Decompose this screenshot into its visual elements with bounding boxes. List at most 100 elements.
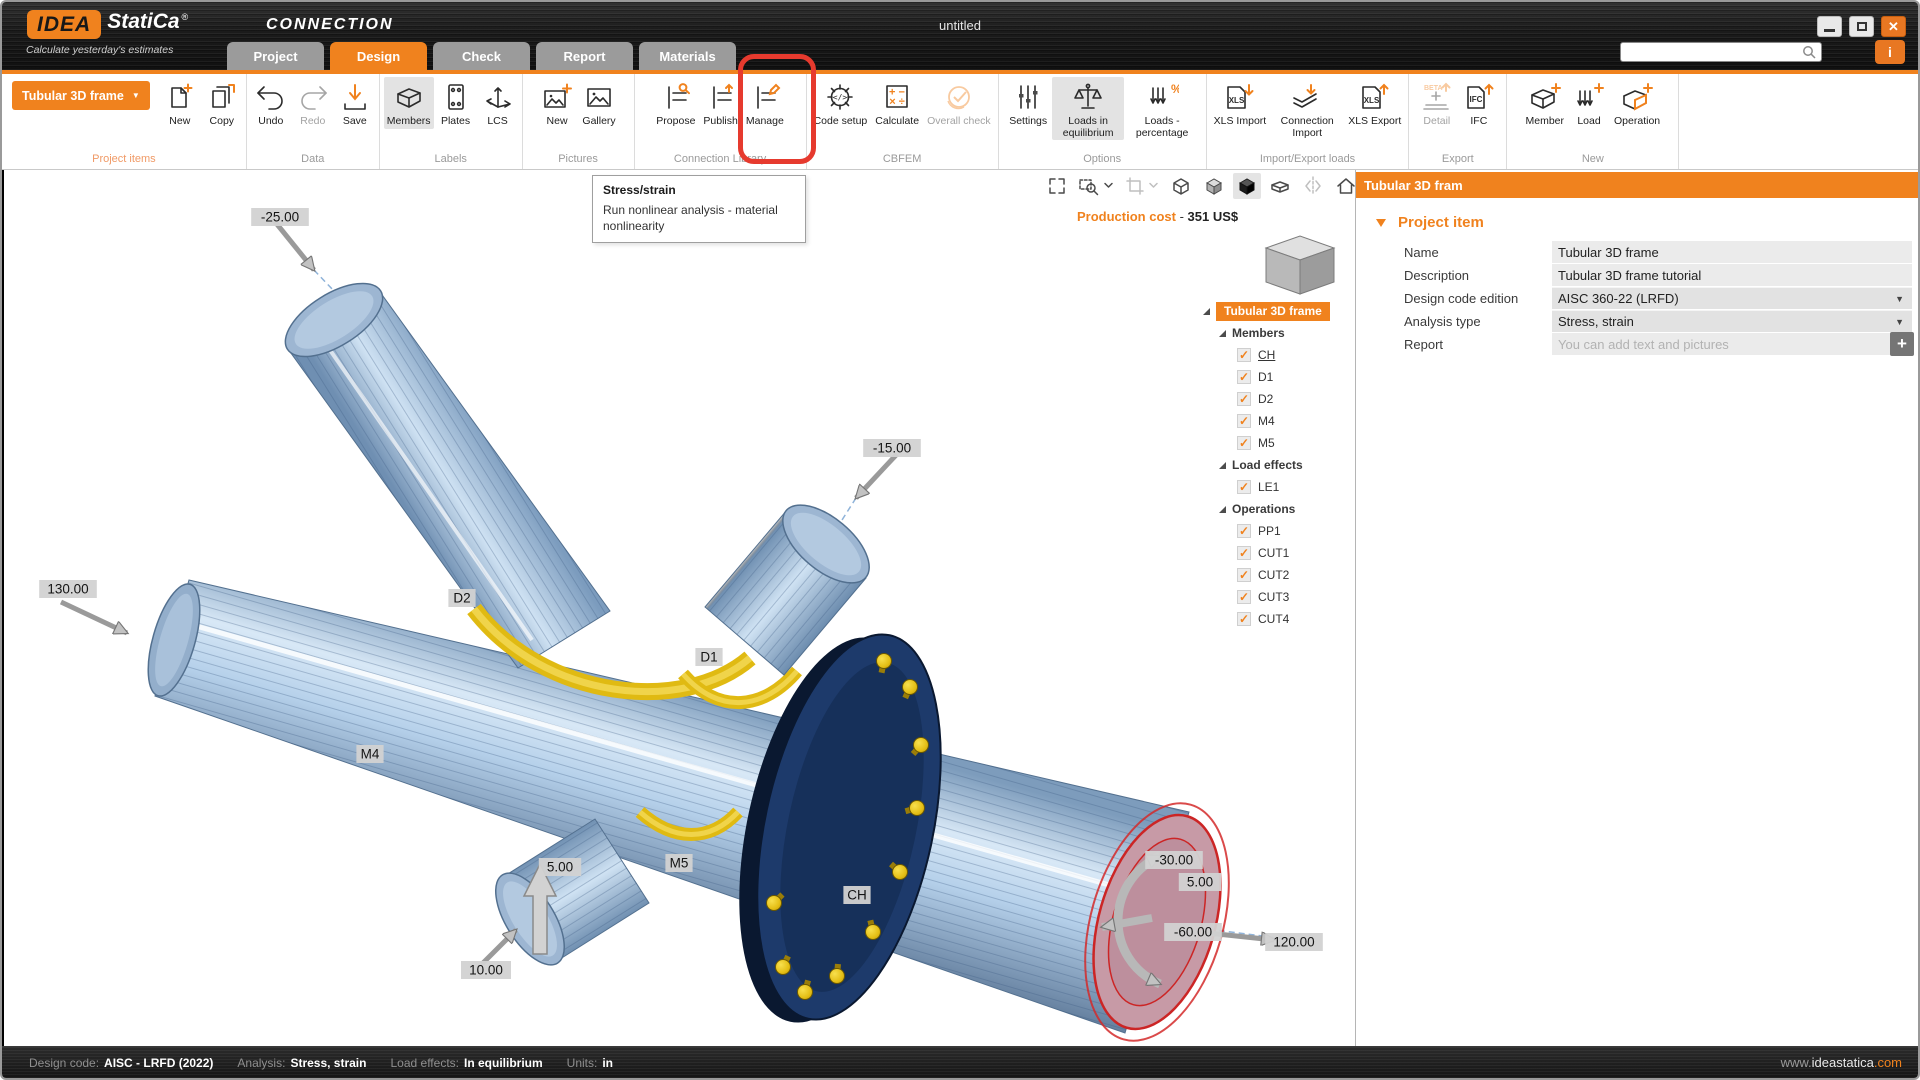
tree-item-label[interactable]: CH [1258,348,1275,362]
tree-item-d2[interactable]: ✓ D2 [1203,388,1353,410]
tree-root-label[interactable]: Tubular 3D frame [1216,301,1330,321]
tree-item-label[interactable]: PP1 [1258,524,1281,538]
tree-item-le1[interactable]: ✓ LE1 [1203,476,1353,498]
ribbon-button-publish[interactable]: Publish [700,77,740,129]
chevron-down-icon[interactable]: ▼ [1895,317,1904,327]
tree-item-cut4[interactable]: ✓ CUT4 [1203,608,1353,630]
section-project-item[interactable]: Project item [1376,214,1918,231]
cube-open-icon[interactable] [1266,173,1294,199]
chevron-down-icon[interactable] [1148,177,1159,195]
flange-plate[interactable] [708,618,972,1039]
ribbon-button-connection-import[interactable]: Connection Import [1271,77,1343,140]
tree-section-members[interactable]: Members [1203,322,1353,344]
checkbox[interactable]: ✓ [1237,370,1251,384]
ribbon-button-gallery[interactable]: Gallery [579,77,619,129]
ribbon-button-loads-in-equilibrium[interactable]: Loads in equilibrium [1052,77,1125,140]
collapse-triangle-icon[interactable] [1376,218,1386,227]
ribbon-button-xls-import[interactable]: XLS XLS Import [1211,77,1270,129]
tree-item-label[interactable]: D2 [1258,392,1273,406]
close-button[interactable]: ✕ [1881,16,1906,37]
ribbon-button-member[interactable]: Member [1523,77,1568,129]
ribbon-button-propose[interactable]: Propose [653,77,698,129]
ribbon-button-load[interactable]: Load [1569,77,1609,129]
analysis-type-dropdown[interactable]: Stress, strain ▼ [1552,310,1912,332]
home-icon[interactable] [1332,173,1360,199]
checkbox[interactable]: ✓ [1237,590,1251,604]
ribbon-button-save[interactable]: Save [335,77,375,129]
ribbon-button-xls-export[interactable]: XLS XLS Export [1345,77,1404,129]
checkbox[interactable]: ✓ [1237,568,1251,582]
ribbon-button-code-setup[interactable]: </> Code setup [811,77,871,129]
ribbon-button-copy[interactable]: Copy [202,77,242,129]
maximize-button[interactable] [1849,16,1874,37]
add-report-content-button[interactable]: + [1890,332,1914,356]
ribbon-button-label: Save [342,115,367,127]
ribbon-button-new[interactable]: New [160,77,200,129]
name-field[interactable]: Tubular 3D frame [1552,241,1912,263]
ribbon-button-settings[interactable]: Settings [1006,77,1050,129]
view-orientation-cube[interactable] [1264,235,1336,295]
tree-item-label[interactable]: CUT4 [1258,612,1289,626]
checkbox[interactable]: ✓ [1237,612,1251,626]
3d-viewport[interactable]: -25.00 -15.00 130.00 5.00 10.00 -30.00 5.00 -60… [4,170,1355,1046]
ribbon-button-members[interactable]: Members [383,77,434,129]
tree-item-d1[interactable]: ✓ D1 [1203,366,1353,388]
website-link[interactable]: www.ideastatica.com [1781,1055,1902,1070]
member-tube-d2[interactable] [274,269,611,669]
tree-item-label[interactable]: CUT1 [1258,546,1289,560]
cube-shaded-icon[interactable] [1200,173,1228,199]
tree-item-label[interactable]: CUT3 [1258,590,1289,604]
search-input[interactable] [1626,44,1802,60]
ribbon-button-manage[interactable]: Manage [743,77,787,129]
cube-solid-icon[interactable] [1233,173,1261,199]
checkbox[interactable]: ✓ [1237,480,1251,494]
tree-item-label[interactable]: M5 [1258,436,1275,450]
checkbox[interactable]: ✓ [1237,414,1251,428]
tree-item-ch[interactable]: ✓ CH [1203,344,1353,366]
tree-item-cut2[interactable]: ✓ CUT2 [1203,564,1353,586]
ribbon-button-undo[interactable]: Undo [251,77,291,129]
tree-section-operations[interactable]: Operations [1203,498,1353,520]
ribbon-button-loads-percentage[interactable]: % Loads - percentage [1126,77,1198,140]
minimize-button[interactable] [1817,16,1842,37]
ribbon-button-ifc[interactable]: IFC IFC [1459,77,1499,129]
tree-item-label[interactable]: LE1 [1258,480,1279,494]
tab-project[interactable]: Project [227,42,324,70]
tab-check[interactable]: Check [433,42,530,70]
cube-wireframe-icon[interactable] [1167,173,1195,199]
design-code-edition-dropdown[interactable]: AISC 360-22 (LRFD) ▼ [1552,287,1912,309]
report-field[interactable]: You can add text and pictures + [1552,332,1914,356]
checkbox[interactable]: ✓ [1237,524,1251,538]
ribbon-button-calculate[interactable]: + − × ÷ Calculate [872,77,922,129]
checkbox[interactable]: ✓ [1237,436,1251,450]
checkbox[interactable]: ✓ [1237,392,1251,406]
tree-item-m5[interactable]: ✓ M5 [1203,432,1353,454]
tree-root[interactable]: Tubular 3D frame [1203,300,1353,322]
tree-section-load-effects[interactable]: Load effects [1203,454,1353,476]
tab-report[interactable]: Report [536,42,633,70]
tree-item-cut1[interactable]: ✓ CUT1 [1203,542,1353,564]
tab-design[interactable]: Design [330,42,427,70]
info-button[interactable]: i [1875,40,1905,64]
fit-view-icon[interactable] [1044,174,1070,198]
tree-item-label[interactable]: M4 [1258,414,1275,428]
tab-materials[interactable]: Materials [639,42,736,70]
ribbon-button-operation[interactable]: Operation [1611,77,1663,129]
tree-item-cut3[interactable]: ✓ CUT3 [1203,586,1353,608]
chevron-down-icon[interactable] [1103,177,1114,195]
member-tube-chord[interactable] [138,578,1190,1034]
checkbox[interactable]: ✓ [1237,348,1251,362]
ribbon-button-plates[interactable]: Plates [436,77,476,129]
tree-item-m4[interactable]: ✓ M4 [1203,410,1353,432]
zoom-window-icon[interactable] [1075,174,1117,198]
ribbon-button-lcs[interactable]: LCS [478,77,518,129]
description-field[interactable]: Tubular 3D frame tutorial [1552,264,1912,286]
checkbox[interactable]: ✓ [1237,546,1251,560]
ribbon-button-new[interactable]: New [537,77,577,129]
tree-item-pp1[interactable]: ✓ PP1 [1203,520,1353,542]
tree-item-label[interactable]: CUT2 [1258,568,1289,582]
project-item-selector[interactable]: Tubular 3D frame ▼ [12,81,150,110]
tree-item-label[interactable]: D1 [1258,370,1273,384]
search-box[interactable] [1620,42,1822,62]
chevron-down-icon[interactable]: ▼ [1895,294,1904,304]
